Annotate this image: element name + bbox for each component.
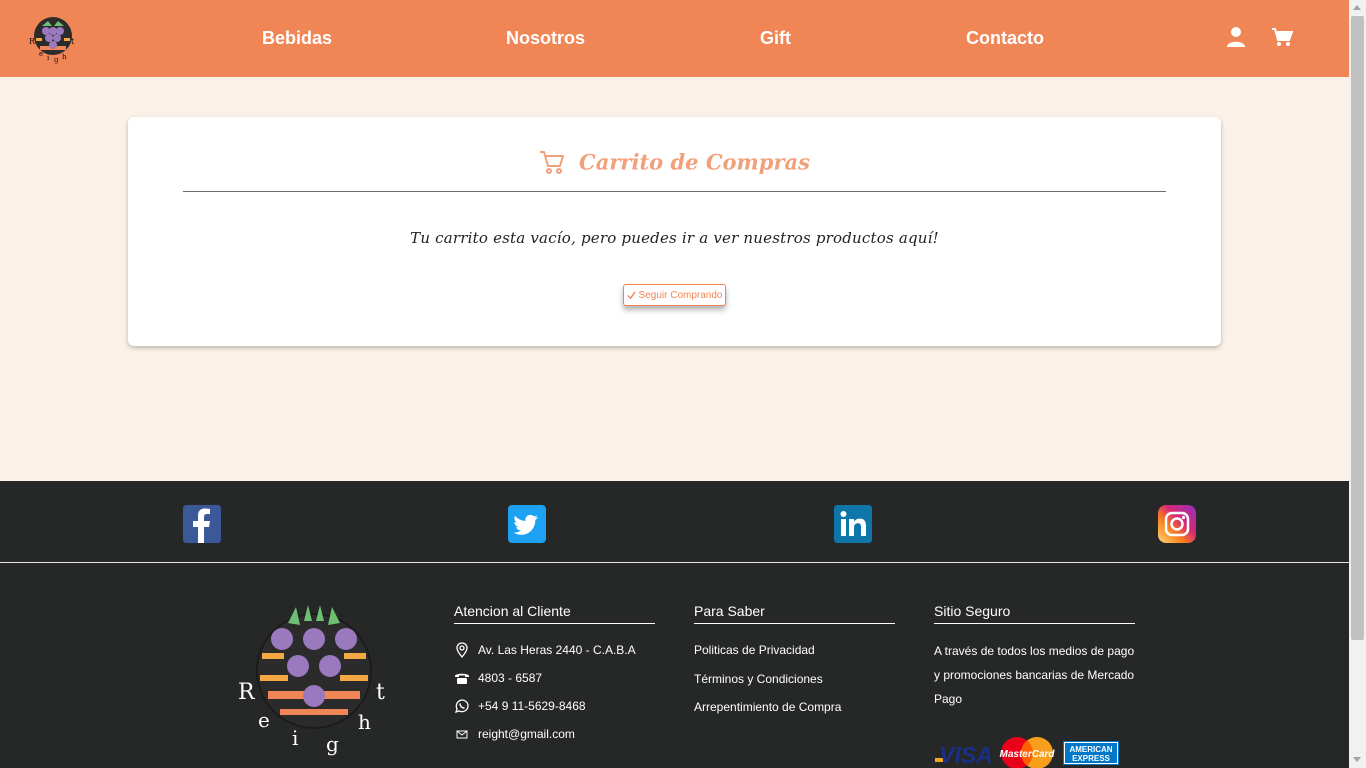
nav-bebidas[interactable]: Bebidas: [262, 28, 332, 49]
saber-title: Para Saber: [694, 603, 895, 624]
cart-card: Carrito de Compras Tu carrito esta vacío…: [128, 117, 1221, 346]
address-row: Av. Las Heras 2440 - C.A.B.A: [454, 636, 655, 664]
site-header: R t e i g h Bebidas Nosotros Gift Contac…: [0, 0, 1349, 77]
scroll-down-icon[interactable]: [1353, 757, 1361, 762]
logo-letter: R: [238, 680, 256, 705]
amex-card-icon: AMERICAN EXPRESS: [1063, 741, 1119, 765]
footer-seguro: Sitio Seguro A través de todos los medio…: [934, 603, 1135, 711]
amex-label-1: AMERICAN: [1069, 745, 1112, 754]
mail-icon: [456, 730, 468, 739]
cart-outline-icon: [540, 151, 565, 174]
visa-label: VISA: [939, 742, 991, 766]
logo-letter: i: [292, 726, 298, 750]
cart-icon[interactable]: [1271, 26, 1293, 48]
cart-title: Carrito de Compras: [579, 149, 810, 175]
nav-gift[interactable]: Gift: [760, 28, 791, 49]
visa-card-icon: VISA: [935, 742, 991, 766]
check-icon: [626, 291, 636, 299]
cart-divider: [183, 191, 1166, 192]
whatsapp-icon: [454, 699, 469, 714]
email-text[interactable]: reight@gmail.com: [478, 727, 575, 741]
user-icon[interactable]: [1225, 26, 1247, 48]
link-terminos[interactable]: Términos y Condiciones: [694, 665, 895, 694]
footer-saber: Para Saber Politicas de Privacidad Térmi…: [694, 603, 895, 722]
linkedin-icon[interactable]: [834, 505, 872, 543]
seguir-comprando-button[interactable]: Seguir Comprando: [623, 284, 726, 306]
payment-cards: VISA MasterCard AMERICAN EXPRESS: [935, 735, 1119, 768]
nav-nosotros[interactable]: Nosotros: [506, 28, 585, 49]
instagram-icon[interactable]: [1158, 505, 1196, 543]
logo-letter: g: [326, 732, 339, 756]
seguir-comprando-label: Seguir Comprando: [638, 289, 723, 301]
link-privacidad[interactable]: Politicas de Privacidad: [694, 636, 895, 665]
nav-contacto[interactable]: Contacto: [966, 28, 1044, 49]
logo-letter: e: [258, 708, 270, 732]
phone-row: 4803 - 6587: [454, 664, 655, 692]
logo-letter: R: [29, 37, 36, 46]
email-row: reight@gmail.com: [454, 720, 655, 748]
logo-letter: h: [358, 710, 371, 734]
social-bar: [0, 481, 1349, 562]
footer-brand-logo[interactable]: R t e i g h: [236, 601, 392, 757]
empty-cart-message: Tu carrito esta vacío, pero puedes ir a …: [410, 229, 939, 247]
whatsapp-text: +54 9 11-5629-8468: [478, 699, 586, 713]
logo-letter: t: [71, 37, 75, 46]
site-footer: R t e i g h Atencion al Cliente Av. Las …: [0, 563, 1349, 768]
logo-letter: t: [376, 680, 385, 705]
footer-atencion: Atencion al Cliente Av. Las Heras 2440 -…: [454, 603, 655, 748]
mastercard-label: MasterCard: [999, 749, 1055, 760]
phone-text: 4803 - 6587: [478, 671, 543, 685]
page-scrollbar[interactable]: [1349, 0, 1366, 768]
address-text: Av. Las Heras 2440 - C.A.B.A: [478, 643, 636, 657]
logo-letter: e: [39, 50, 43, 58]
seguro-text: A través de todos los medios de pago y p…: [934, 644, 1135, 706]
scroll-up-icon[interactable]: [1353, 5, 1361, 10]
twitter-icon[interactable]: [508, 505, 546, 543]
whatsapp-row: +54 9 11-5629-8468: [454, 692, 655, 720]
scroll-thumb[interactable]: [1351, 16, 1364, 640]
cart-heading: Carrito de Compras: [128, 149, 1221, 175]
atencion-title: Atencion al Cliente: [454, 603, 655, 624]
brand-logo[interactable]: R t e i g h: [28, 12, 78, 64]
phone-icon: [455, 673, 469, 684]
facebook-icon[interactable]: [183, 505, 221, 543]
mastercard-icon: MasterCard: [999, 737, 1055, 768]
amex-label-2: EXPRESS: [1072, 754, 1110, 763]
logo-letter: i: [47, 54, 50, 62]
link-arrepentimiento[interactable]: Arrepentimiento de Compra: [694, 693, 895, 722]
location-icon: [456, 642, 468, 658]
logo-letter: h: [62, 53, 67, 61]
seguro-title: Sitio Seguro: [934, 603, 1135, 624]
logo-letter: g: [54, 56, 59, 64]
